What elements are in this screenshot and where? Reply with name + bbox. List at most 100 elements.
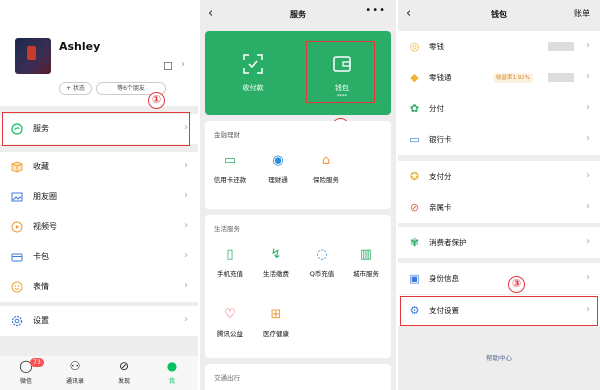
wallet-screen: ‹ 钱包 账单 ◎ 零钱 › ◆ 零钱通 收益率1.92% › ✿ 分付 › ▭… [398,0,600,390]
chevron-right-icon: › [184,220,188,231]
chevron-right-icon: › [586,170,590,181]
chevron-right-icon: › [184,250,188,261]
wealth-item[interactable]: ◉ 理财通 [257,153,299,184]
qcoin-item[interactable]: ◌ Q币充值 [301,247,343,278]
travel-section: 交通出行 [205,364,391,390]
pay-button[interactable]: 收付款 [223,53,283,93]
chevron-right-icon: › [181,59,185,70]
avatar[interactable] [15,38,51,74]
fenfu-icon: ✿ [409,102,420,115]
wallet-row-family-card[interactable]: ⊘ 亲属卡 › [398,192,600,223]
tab-label: 微信 [19,378,32,385]
tab-label: 通讯录 [65,378,84,385]
menu-item-cards[interactable]: 卡包 › [0,242,198,272]
me-icon: ● [166,359,178,373]
cards-icon [11,253,23,262]
pay-label: 收付款 [242,84,264,92]
yield-tag: 收益率1.92% [493,73,533,83]
menu-item-label: 朋友圈 [33,192,57,201]
me-screen: Ashley › + 状态 等6个朋友 服务 › 收藏 › 朋友圈 › 视频号 … [0,0,198,390]
wallet-row-change-plus[interactable]: ◆ 零钱通 收益率1.92% › [398,62,600,93]
menu-item-label: 卡包 [33,252,49,261]
menu-item-stickers[interactable]: 表情 › [0,272,198,302]
page-title: 钱包 [491,10,507,19]
step-marker: ① [148,92,165,109]
profile-card[interactable]: Ashley › + 状态 等6个朋友 [0,0,198,106]
item-label: Q币充值 [309,270,335,278]
row-label: 支付分 [429,172,452,181]
service-screen: ‹ 服务 ••• 收付款 钱包 **** ② 金融理财 ▭ 信用卡还款 ◉ 理财… [200,0,396,390]
highlight-box [2,112,190,146]
credit-card-icon: ▭ [223,153,237,168]
status-button[interactable]: + 状态 [59,82,92,95]
wallet-row-bank-card[interactable]: ▭ 银行卡 › [398,124,600,155]
favorites-icon [11,161,23,173]
section-title: 生活服务 [214,225,240,233]
discover-icon: ⊘ [118,359,130,373]
moments-icon [11,192,23,202]
consumer-protect-icon: ✾ [409,236,420,249]
chevron-right-icon: › [586,102,590,113]
row-label: 亲属卡 [429,203,452,212]
row-label: 消费者保护 [429,238,467,247]
tab-label: 发现 [117,378,130,385]
row-label: 分付 [429,104,444,113]
life-section: 生活服务 ▯ 手机充值 ↯ 生活缴费 ◌ Q币充值 ▥ 城市服务 ♡ 腾讯公益 … [205,215,391,358]
bank-card-icon: ▭ [409,133,420,146]
city-service-icon: ▥ [359,247,373,262]
menu-item-label: 设置 [33,316,49,325]
qr-code-icon[interactable] [164,62,172,70]
tab-contacts[interactable]: ⚇ 通讯录 [55,358,95,385]
phone-topup-icon: ▯ [226,247,234,262]
health-item[interactable]: ⊞ 医疗健康 [255,307,297,338]
highlight-box [306,41,375,103]
nav-bar: ‹ 服务 ••• [200,0,396,30]
menu-item-channels[interactable]: 视频号 › [0,212,198,242]
contacts-icon: ⚇ [69,359,81,373]
city-service-item[interactable]: ▥ 城市服务 [345,247,387,278]
chevron-right-icon: › [586,133,590,144]
menu-item-settings[interactable]: 设置 › [0,306,198,336]
item-label: 手机充值 [217,270,243,278]
section-title: 金融理财 [214,131,240,139]
chevron-right-icon: › [184,160,188,171]
more-icon[interactable]: ••• [365,5,386,16]
credit-card-repay-item[interactable]: ▭ 信用卡还款 [209,153,251,184]
phone-topup-item[interactable]: ▯ 手机充值 [209,247,251,278]
insurance-item[interactable]: ⌂ 保险服务 [305,153,347,184]
menu-item-moments[interactable]: 朋友圈 › [0,182,198,212]
row-label: 零钱通 [429,73,452,82]
tab-me[interactable]: ● 我 [152,358,192,385]
wallet-row-pay-score[interactable]: ✪ 支付分 › [398,161,600,192]
item-label: 腾讯公益 [217,330,243,338]
chevron-right-icon: › [586,201,590,212]
qcoin-icon: ◌ [316,247,328,262]
item-label: 信用卡还款 [213,176,247,184]
row-label: 身份信息 [429,274,459,283]
insurance-icon: ⌂ [321,153,331,168]
channels-icon [11,221,23,233]
settings-icon [11,315,23,327]
chevron-right-icon: › [184,190,188,201]
nav-bar: ‹ 钱包 账单 [398,0,600,30]
menu-item-favorites[interactable]: 收藏 › [0,152,198,182]
tab-discover[interactable]: ⊘ 发现 [104,358,144,385]
help-center-link[interactable]: 帮助中心 [398,352,600,362]
chevron-right-icon: › [184,314,188,325]
charity-item[interactable]: ♡ 腾讯公益 [209,307,251,338]
username: Ashley [59,40,101,53]
wallet-row-fenfu[interactable]: ✿ 分付 › [398,93,600,124]
tab-chats[interactable]: ◯ 73 微信 [6,358,46,385]
wallet-row-identity[interactable]: ▣ 身份信息 › [398,263,600,294]
chevron-right-icon: › [586,236,590,247]
menu-item-label: 收藏 [33,162,49,171]
bills-link[interactable]: 账单 [574,8,590,19]
menu-item-label: 视频号 [33,222,57,231]
row-label: 零钱 [429,42,444,51]
utilities-icon: ↯ [270,247,282,262]
utilities-item[interactable]: ↯ 生活缴费 [255,247,297,278]
stickers-icon [11,281,23,293]
charity-icon: ♡ [224,307,236,322]
wallet-row-change[interactable]: ◎ 零钱 › [398,31,600,62]
wallet-row-consumer-protect[interactable]: ✾ 消费者保护 › [398,227,600,258]
